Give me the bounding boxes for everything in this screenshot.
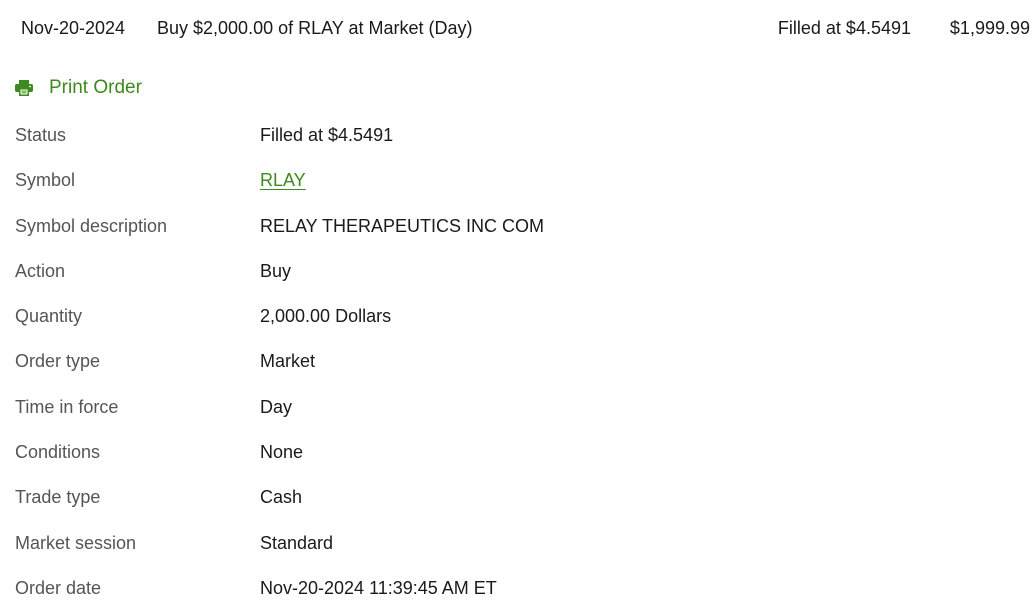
detail-row-status: Status Filled at $4.5491 — [0, 112, 1034, 157]
trade-type-value: Cash — [260, 487, 303, 508]
action-label: Action — [15, 260, 66, 281]
detail-row-order-type: Order type Market — [0, 338, 1034, 383]
order-date-label: Order date — [15, 577, 102, 598]
conditions-value: None — [260, 442, 304, 463]
action-value: Buy — [260, 260, 292, 281]
quantity-value: 2,000.00 Dollars — [260, 306, 392, 327]
conditions-label: Conditions — [15, 442, 101, 463]
detail-row-order-date: Order date Nov-20-2024 11:39:45 AM ET — [0, 565, 1034, 610]
symbol-link[interactable]: RLAY — [260, 169, 306, 191]
order-date-value: Nov-20-2024 11:39:45 AM ET — [260, 577, 497, 598]
status-label: Status — [15, 125, 67, 145]
detail-row-symbol-description: Symbol description RELAY THERAPEUTICS IN… — [0, 203, 1034, 248]
detail-row-market-session: Market session Standard — [0, 520, 1034, 565]
market-session-value: Standard — [260, 532, 334, 553]
detail-row-symbol: Symbol RLAY — [0, 157, 1034, 202]
order-description: Buy $2,000.00 of RLAY at Market (Day) — [157, 18, 473, 38]
time-in-force-value: Day — [260, 396, 293, 417]
detail-row-trade-type: Trade type Cash — [0, 474, 1034, 519]
print-order-link[interactable]: Print Order — [14, 76, 142, 100]
trade-type-label: Trade type — [15, 487, 101, 508]
detail-row-quantity: Quantity 2,000.00 Dollars — [0, 293, 1034, 338]
status-value: Filled at $4.5491 — [260, 125, 394, 145]
time-in-force-label: Time in force — [15, 396, 119, 417]
detail-row-conditions: Conditions None — [0, 429, 1034, 474]
order-amount: $1,999.99 — [949, 18, 1030, 38]
symbol-description-label: Symbol description — [15, 215, 168, 236]
symbol-description-value: RELAY THERAPEUTICS INC COM — [260, 215, 545, 236]
order-summary-header[interactable]: Nov-20-2024 Buy $2,000.00 of RLAY at Mar… — [0, 0, 1034, 56]
order-details-list: Status Filled at $4.5491 Symbol RLAY Sym… — [0, 112, 1034, 610]
detail-row-action: Action Buy — [0, 248, 1034, 293]
order-date-summary: Nov-20-2024 — [21, 18, 126, 38]
order-type-value: Market — [260, 351, 316, 372]
print-order-label: Print Order — [49, 77, 142, 98]
printer-icon — [14, 78, 34, 98]
quantity-label: Quantity — [15, 306, 83, 327]
symbol-label: Symbol — [15, 170, 76, 191]
order-status-summary: Filled at $4.5491 — [777, 18, 911, 38]
order-type-label: Order type — [15, 351, 101, 372]
market-session-label: Market session — [15, 532, 137, 553]
detail-row-time-in-force: Time in force Day — [0, 384, 1034, 429]
